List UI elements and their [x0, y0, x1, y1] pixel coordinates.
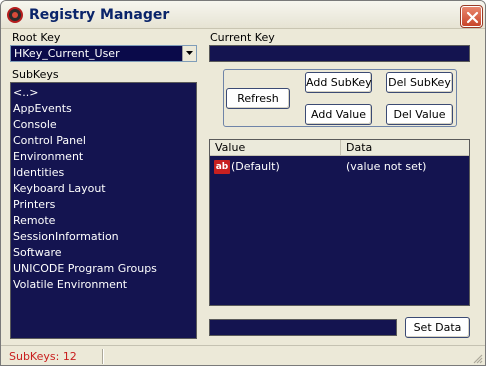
set-data-button[interactable]: Set Data [405, 317, 470, 338]
close-icon [466, 11, 479, 24]
string-value-icon: ab [214, 160, 230, 174]
current-key-label: Current Key [210, 31, 275, 44]
list-item[interactable]: <..> [11, 85, 196, 101]
list-item[interactable]: AppEvents [11, 101, 196, 117]
list-item[interactable]: UNICODE Program Groups [11, 261, 196, 277]
list-item[interactable]: Environment [11, 149, 196, 165]
list-item[interactable]: Control Panel [11, 133, 196, 149]
root-key-dropdown[interactable]: HKey_Current_User [10, 45, 197, 62]
list-item[interactable]: Console [11, 117, 196, 133]
list-item[interactable]: Software [11, 245, 196, 261]
list-item[interactable]: Remote [11, 213, 196, 229]
value-data-cell: (value not set) [346, 160, 427, 173]
root-key-label: Root Key [12, 31, 61, 44]
value-name-cell: (Default) [231, 160, 280, 173]
del-subkey-button[interactable]: Del SubKey [386, 72, 453, 93]
subkeys-count-status: SubKeys: 12 [9, 350, 77, 363]
registry-manager-window: Registry Manager Root Key HKey_Current_U… [0, 0, 486, 366]
add-value-button[interactable]: Add Value [305, 104, 372, 125]
list-item[interactable]: SessionInformation [11, 229, 196, 245]
window-title: Registry Manager [29, 7, 170, 23]
app-icon [7, 7, 23, 23]
refresh-button[interactable]: Refresh [226, 88, 290, 109]
add-subkey-button[interactable]: Add SubKey [305, 72, 372, 93]
column-header-value[interactable]: Value [210, 140, 340, 156]
title-bar[interactable]: Registry Manager [1, 1, 485, 29]
del-value-button[interactable]: Del Value [386, 104, 453, 125]
subkeys-label: SubKeys [12, 68, 59, 81]
list-item[interactable]: Keyboard Layout [11, 181, 196, 197]
resize-grip-icon[interactable] [471, 352, 483, 364]
current-key-field[interactable] [209, 45, 470, 62]
values-list-header: Value Data [210, 140, 469, 156]
list-item[interactable]: Printers [11, 197, 196, 213]
data-input[interactable] [209, 319, 397, 336]
list-item[interactable]: Identities [11, 165, 196, 181]
chevron-down-icon [186, 51, 193, 55]
column-header-data[interactable]: Data [340, 140, 469, 156]
dropdown-arrow-button[interactable] [182, 46, 196, 61]
list-item[interactable]: Volatile Environment [11, 277, 196, 293]
table-row[interactable]: ab (Default) (value not set) [210, 159, 469, 175]
values-list[interactable]: Value Data ab (Default) (value not set) [209, 139, 470, 306]
status-separator [102, 349, 104, 364]
close-button[interactable] [460, 5, 483, 28]
root-key-selected: HKey_Current_User [14, 47, 120, 60]
status-bar: SubKeys: 12 [1, 345, 485, 365]
subkeys-list[interactable]: <..> AppEvents Console Control Panel Env… [10, 82, 197, 339]
